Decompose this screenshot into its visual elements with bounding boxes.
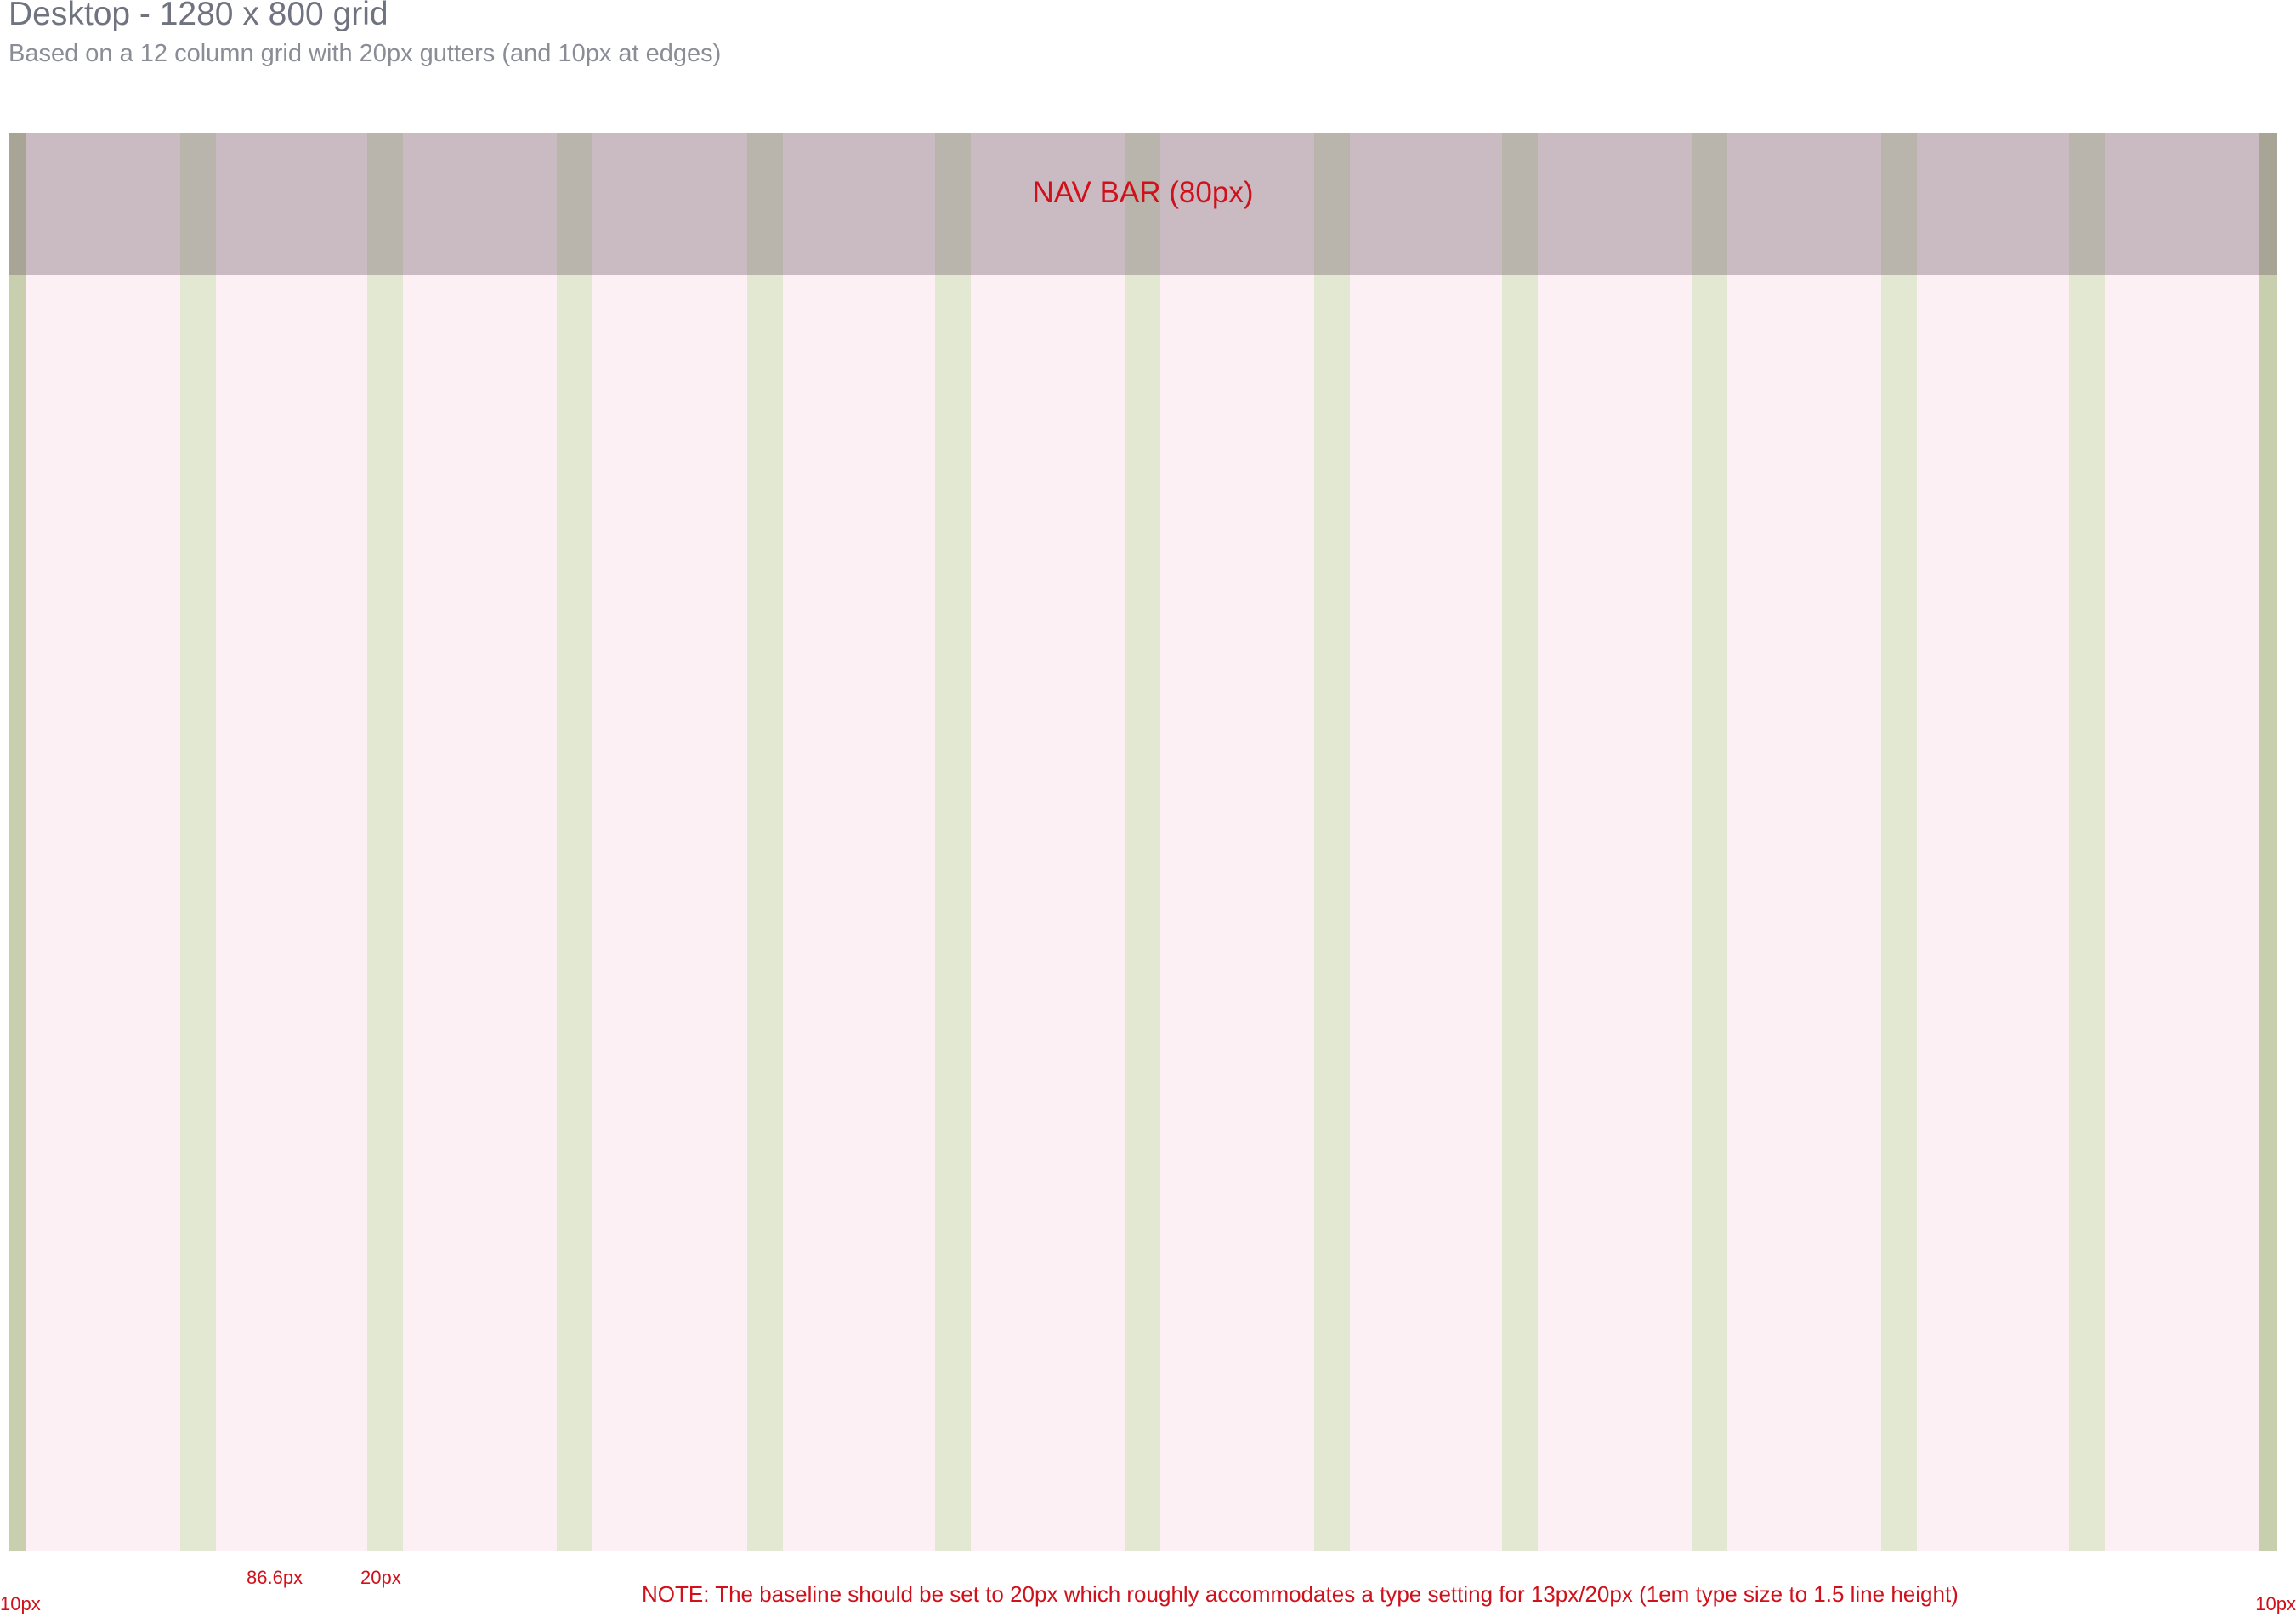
- gutter-width-label: 20px: [360, 1567, 401, 1588]
- gutter-9: [1692, 133, 1727, 1551]
- gutter-5: [935, 133, 971, 1551]
- page-title: Desktop - 1280 x 800 grid: [9, 0, 388, 32]
- left-edge-gutter: [9, 133, 26, 1551]
- right-edge-label: 10px: [2255, 1593, 2296, 1614]
- gutter-10: [1881, 133, 1917, 1551]
- nav-bar-label: NAV BAR (80px): [1032, 176, 1254, 209]
- gutter-3: [557, 133, 592, 1551]
- left-edge-label: 10px: [0, 1593, 41, 1614]
- gutter-1: [180, 133, 216, 1551]
- gutter-7: [1314, 133, 1350, 1551]
- gutter-11: [2069, 133, 2105, 1551]
- column-width-label: 86.6px: [247, 1567, 303, 1588]
- gutter-8: [1502, 133, 1538, 1551]
- baseline-note: NOTE: The baseline should be set to 20px…: [642, 1581, 1959, 1607]
- nav-bar: NAV BAR (80px): [9, 133, 2277, 275]
- gutter-6: [1125, 133, 1160, 1551]
- gutter-2: [367, 133, 403, 1551]
- page-subtitle: Based on a 12 column grid with 20px gutt…: [9, 40, 722, 67]
- gutter-4: [747, 133, 783, 1551]
- right-edge-gutter: [2259, 133, 2277, 1551]
- grid-area: NAV BAR (80px): [9, 133, 2277, 1551]
